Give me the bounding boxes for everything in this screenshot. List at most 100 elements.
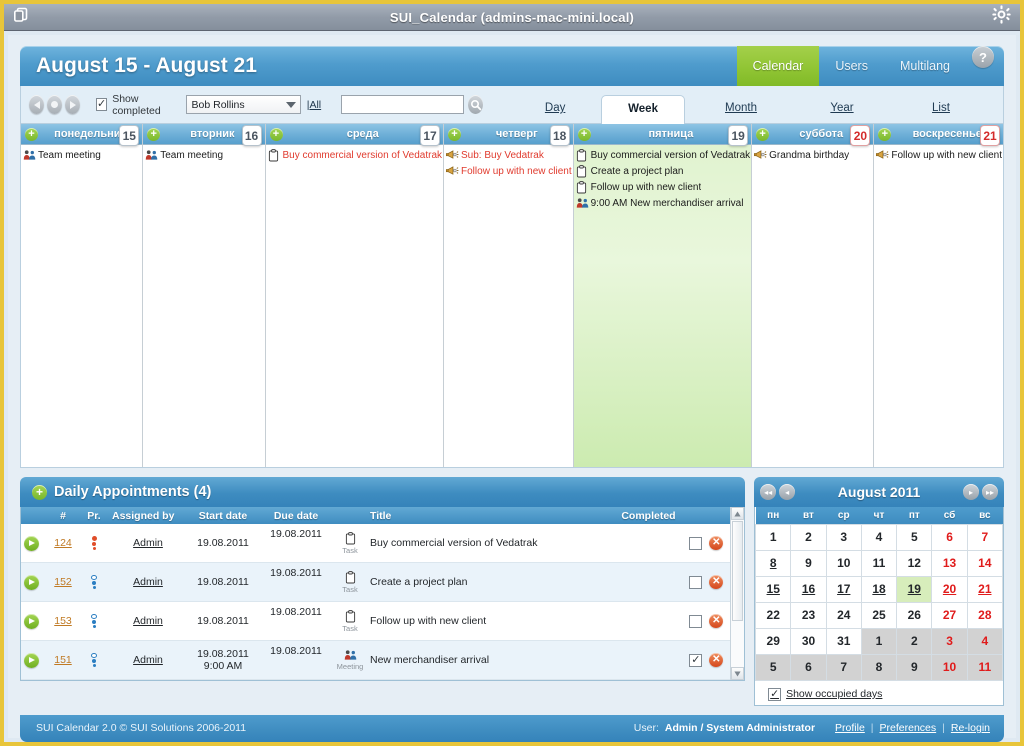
view-tab-year[interactable]: Year: [797, 102, 887, 123]
day-column-17[interactable]: +среда17Buy commercial version of Vedatr…: [266, 124, 445, 467]
calendar-event[interactable]: Grandma birthday: [754, 147, 872, 163]
calendar-day-cell[interactable]: 4: [861, 524, 896, 550]
delete-appointment-button[interactable]: ✕: [709, 575, 723, 589]
calendar-day-cell[interactable]: 9: [897, 654, 932, 680]
calendar-day-cell[interactable]: 31: [826, 628, 861, 654]
prev-year-button[interactable]: ◂◂: [760, 484, 776, 500]
table-row[interactable]: 151Admin19.08.20119:00 AM19.08.2011Meeti…: [21, 641, 730, 680]
show-occupied-checkbox[interactable]: ✓: [768, 688, 781, 701]
calendar-day-cell[interactable]: 5: [756, 654, 791, 680]
calendar-day-cell[interactable]: 10: [932, 654, 967, 680]
table-row[interactable]: 153Admin19.08.201119.08.2011TaskFollow u…: [21, 602, 730, 641]
calendar-day-cell[interactable]: 27: [932, 602, 967, 628]
day-column-15[interactable]: +понедельник15Team meeting: [21, 124, 143, 467]
calendar-day-cell[interactable]: 26: [897, 602, 932, 628]
calendar-day-cell[interactable]: 3: [932, 628, 967, 654]
calendar-day-cell[interactable]: 30: [791, 628, 826, 654]
calendar-day-cell[interactable]: 7: [826, 654, 861, 680]
tab-calendar[interactable]: Calendar: [737, 46, 820, 86]
delete-appointment-button[interactable]: ✕: [709, 536, 723, 550]
calendar-day-cell[interactable]: 3: [826, 524, 861, 550]
calendar-day-cell[interactable]: 8: [756, 550, 791, 576]
calendar-event[interactable]: 9:00 AM New merchandiser arrival: [576, 195, 751, 211]
gear-icon[interactable]: [992, 5, 1011, 29]
add-event-button-20[interactable]: +: [756, 128, 769, 141]
assigned-by-link[interactable]: Admin: [133, 537, 163, 549]
add-appointment-button[interactable]: +: [32, 485, 47, 500]
profile-link[interactable]: Profile: [835, 722, 865, 734]
show-completed-checkbox[interactable]: ✓: [96, 98, 107, 111]
appointment-id-link[interactable]: 151: [54, 654, 72, 666]
calendar-event[interactable]: Buy commercial version of Vedatrak: [576, 147, 751, 163]
open-appointment-button[interactable]: [24, 653, 39, 668]
day-column-20[interactable]: +суббота20Grandma birthday: [752, 124, 874, 467]
add-event-button-21[interactable]: +: [878, 128, 891, 141]
assigned-by-link[interactable]: Admin: [133, 576, 163, 588]
scroll-down-icon[interactable]: [731, 667, 744, 680]
prev-month-button[interactable]: ◂: [779, 484, 795, 500]
calendar-day-cell[interactable]: 2: [791, 524, 826, 550]
assigned-by-link[interactable]: Admin: [133, 615, 163, 627]
view-tab-list[interactable]: List: [887, 102, 995, 123]
tab-users[interactable]: Users: [819, 46, 884, 86]
delete-appointment-button[interactable]: ✕: [709, 614, 723, 628]
scrollbar-track[interactable]: [731, 520, 744, 667]
day-column-21[interactable]: +воскресенье21Follow up with new client: [874, 124, 1003, 467]
calendar-day-cell[interactable]: 16: [791, 576, 826, 602]
calendar-day-cell[interactable]: 17: [826, 576, 861, 602]
calendar-event[interactable]: Create a project plan: [576, 163, 751, 179]
calendar-day-cell[interactable]: 5: [897, 524, 932, 550]
appointment-id-link[interactable]: 124: [54, 537, 72, 549]
calendar-event[interactable]: Sub: Buy Vedatrak: [446, 147, 572, 163]
view-tab-month[interactable]: Month: [685, 102, 797, 123]
calendar-day-cell[interactable]: 9: [791, 550, 826, 576]
calendar-day-cell[interactable]: 19: [897, 576, 932, 602]
add-event-button-19[interactable]: +: [578, 128, 591, 141]
user-select[interactable]: Bob Rollins: [186, 95, 301, 114]
calendar-day-cell[interactable]: 22: [756, 602, 791, 628]
table-row[interactable]: 124Admin19.08.201119.08.2011TaskBuy comm…: [21, 524, 730, 563]
calendar-day-cell[interactable]: 18: [861, 576, 896, 602]
calendar-day-cell[interactable]: 25: [861, 602, 896, 628]
appointment-id-link[interactable]: 153: [54, 615, 72, 627]
calendar-day-cell[interactable]: 29: [756, 628, 791, 654]
calendar-day-cell[interactable]: 23: [791, 602, 826, 628]
calendar-day-cell[interactable]: 11: [861, 550, 896, 576]
windows-icon[interactable]: [13, 6, 31, 29]
day-column-16[interactable]: +вторник16Team meeting: [143, 124, 265, 467]
calendar-day-cell[interactable]: 21: [967, 576, 1002, 602]
calendar-event[interactable]: Buy commercial version of Vedatrak: [268, 147, 443, 163]
completed-checkbox[interactable]: [689, 537, 702, 550]
calendar-day-cell[interactable]: 2: [897, 628, 932, 654]
calendar-day-cell[interactable]: 13: [932, 550, 967, 576]
calendar-event[interactable]: Follow up with new client: [446, 163, 572, 179]
table-row[interactable]: 152Admin19.08.201119.08.2011TaskCreate a…: [21, 563, 730, 602]
today-button[interactable]: [47, 95, 62, 114]
calendar-day-cell[interactable]: 1: [861, 628, 896, 654]
completed-checkbox[interactable]: [689, 615, 702, 628]
appointment-id-link[interactable]: 152: [54, 576, 72, 588]
preferences-link[interactable]: Preferences: [880, 722, 937, 734]
search-icon[interactable]: [468, 95, 483, 114]
view-tab-week[interactable]: Week: [601, 95, 685, 124]
all-users-link[interactable]: |All: [307, 99, 321, 111]
calendar-day-cell[interactable]: 28: [967, 602, 1002, 628]
help-button[interactable]: ?: [972, 46, 994, 68]
day-column-18[interactable]: +четверг18Sub: Buy VedatrakFollow up wit…: [444, 124, 574, 467]
add-event-button-15[interactable]: +: [25, 128, 38, 141]
tab-multilang[interactable]: Multilang: [884, 46, 966, 86]
calendar-day-cell[interactable]: 12: [897, 550, 932, 576]
calendar-event[interactable]: Follow up with new client: [576, 179, 751, 195]
open-appointment-button[interactable]: [24, 614, 39, 629]
open-appointment-button[interactable]: [24, 575, 39, 590]
calendar-day-cell[interactable]: 20: [932, 576, 967, 602]
calendar-day-cell[interactable]: 10: [826, 550, 861, 576]
add-event-button-18[interactable]: +: [448, 128, 461, 141]
calendar-day-cell[interactable]: 6: [791, 654, 826, 680]
search-input[interactable]: [341, 95, 464, 114]
scroll-up-icon[interactable]: [731, 507, 744, 520]
calendar-day-cell[interactable]: 11: [967, 654, 1002, 680]
assigned-by-link[interactable]: Admin: [133, 654, 163, 666]
calendar-event[interactable]: Follow up with new client: [876, 147, 1002, 163]
calendar-day-cell[interactable]: 6: [932, 524, 967, 550]
